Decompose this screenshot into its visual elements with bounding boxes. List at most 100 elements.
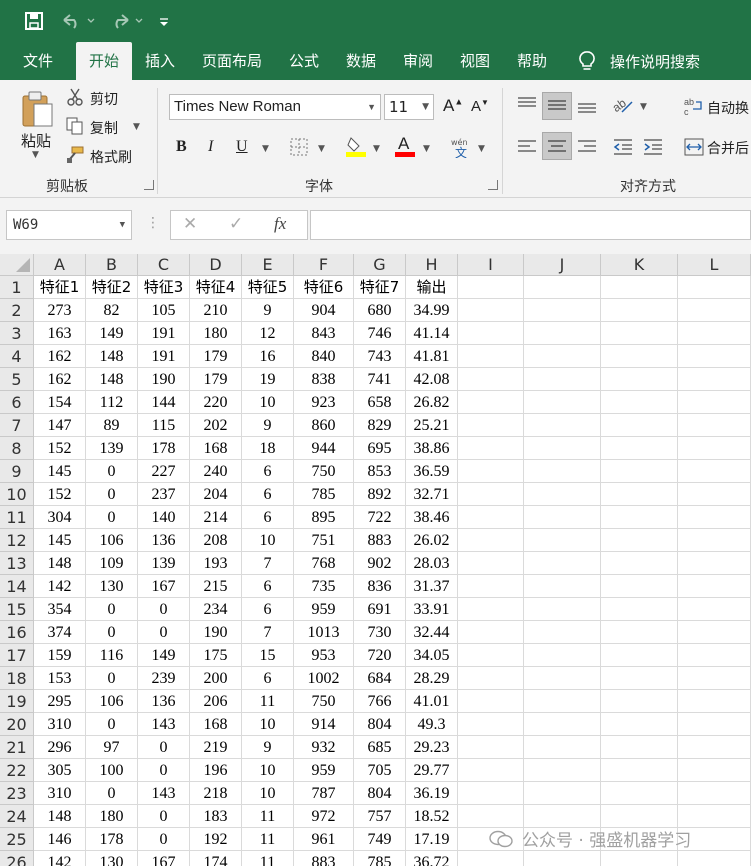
- table-cell[interactable]: 0: [86, 506, 138, 529]
- table-cell[interactable]: 106: [86, 529, 138, 552]
- align-bottom-icon[interactable]: [576, 96, 598, 114]
- orientation-icon[interactable]: ab: [610, 94, 634, 116]
- table-cell[interactable]: 204: [190, 483, 242, 506]
- row-header[interactable]: 1: [0, 276, 34, 299]
- paste-button[interactable]: 粘贴: [21, 130, 51, 151]
- empty-cell[interactable]: [458, 368, 524, 391]
- table-cell[interactable]: 0: [138, 736, 190, 759]
- table-cell[interactable]: 892: [354, 483, 406, 506]
- table-cell[interactable]: 191: [138, 345, 190, 368]
- phonetic-dropdown-icon[interactable]: ▼: [478, 144, 485, 154]
- table-cell[interactable]: 208: [190, 529, 242, 552]
- row-header[interactable]: 15: [0, 598, 34, 621]
- table-cell[interactable]: 136: [138, 690, 190, 713]
- table-cell[interactable]: 148: [34, 552, 86, 575]
- name-box[interactable]: W69 ▼: [6, 210, 132, 240]
- table-cell[interactable]: 18: [242, 437, 294, 460]
- table-cell[interactable]: 139: [138, 552, 190, 575]
- table-cell[interactable]: 310: [34, 713, 86, 736]
- empty-cell[interactable]: [678, 437, 751, 460]
- table-cell[interactable]: 206: [190, 690, 242, 713]
- empty-cell[interactable]: [458, 851, 524, 866]
- table-cell[interactable]: 0: [86, 621, 138, 644]
- table-cell[interactable]: 190: [190, 621, 242, 644]
- table-cell[interactable]: 36.19: [406, 782, 458, 805]
- empty-cell[interactable]: [458, 322, 524, 345]
- table-cell[interactable]: 766: [354, 690, 406, 713]
- table-cell[interactable]: 130: [86, 575, 138, 598]
- wrap-text-button[interactable]: 自动换: [707, 98, 749, 118]
- table-cell[interactable]: 19: [242, 368, 294, 391]
- table-cell[interactable]: 658: [354, 391, 406, 414]
- empty-cell[interactable]: [601, 598, 678, 621]
- table-cell[interactable]: 89: [86, 414, 138, 437]
- table-cell[interactable]: 0: [86, 460, 138, 483]
- table-cell[interactable]: 0: [138, 759, 190, 782]
- empty-cell[interactable]: [524, 483, 601, 506]
- empty-cell[interactable]: [678, 598, 751, 621]
- paste-icon[interactable]: [20, 90, 54, 130]
- empty-cell[interactable]: [458, 736, 524, 759]
- clipboard-launcher-icon[interactable]: [144, 180, 154, 190]
- table-cell[interactable]: 0: [138, 805, 190, 828]
- empty-cell[interactable]: [601, 667, 678, 690]
- table-cell[interactable]: 148: [86, 368, 138, 391]
- table-cell[interactable]: 227: [138, 460, 190, 483]
- table-cell[interactable]: 175: [190, 644, 242, 667]
- empty-cell[interactable]: [524, 322, 601, 345]
- empty-cell[interactable]: [678, 529, 751, 552]
- table-cell[interactable]: 11: [242, 851, 294, 866]
- empty-cell[interactable]: [601, 368, 678, 391]
- table-cell[interactable]: 743: [354, 345, 406, 368]
- undo-icon[interactable]: [58, 10, 98, 32]
- table-cell[interactable]: 152: [34, 437, 86, 460]
- column-header[interactable]: I: [458, 254, 524, 276]
- empty-cell[interactable]: [458, 644, 524, 667]
- table-cell[interactable]: 153: [34, 667, 86, 690]
- empty-cell[interactable]: [601, 437, 678, 460]
- table-cell[interactable]: 722: [354, 506, 406, 529]
- table-cell[interactable]: 785: [294, 483, 354, 506]
- row-header[interactable]: 4: [0, 345, 34, 368]
- table-cell[interactable]: 838: [294, 368, 354, 391]
- empty-cell[interactable]: [524, 667, 601, 690]
- row-header[interactable]: 25: [0, 828, 34, 851]
- empty-cell[interactable]: [458, 391, 524, 414]
- empty-cell[interactable]: [601, 644, 678, 667]
- table-cell[interactable]: 804: [354, 713, 406, 736]
- empty-cell[interactable]: [458, 782, 524, 805]
- borders-icon[interactable]: [290, 138, 308, 156]
- row-header[interactable]: 21: [0, 736, 34, 759]
- empty-cell[interactable]: [524, 368, 601, 391]
- tab-data[interactable]: 数据: [337, 42, 385, 80]
- empty-cell[interactable]: [678, 736, 751, 759]
- table-cell[interactable]: 7: [242, 621, 294, 644]
- empty-cell[interactable]: [678, 483, 751, 506]
- table-cell[interactable]: 215: [190, 575, 242, 598]
- table-cell[interactable]: 97: [86, 736, 138, 759]
- table-cell[interactable]: 41.01: [406, 690, 458, 713]
- table-cell[interactable]: 143: [138, 782, 190, 805]
- table-cell[interactable]: 179: [190, 368, 242, 391]
- empty-cell[interactable]: [678, 759, 751, 782]
- more-options-icon[interactable]: ⋮: [146, 215, 160, 231]
- decrease-indent-icon[interactable]: [612, 138, 634, 156]
- empty-cell[interactable]: [601, 506, 678, 529]
- table-cell[interactable]: 757: [354, 805, 406, 828]
- table-cell[interactable]: 932: [294, 736, 354, 759]
- table-cell[interactable]: 959: [294, 598, 354, 621]
- empty-cell[interactable]: [458, 460, 524, 483]
- row-header[interactable]: 24: [0, 805, 34, 828]
- align-top-icon[interactable]: [516, 96, 538, 114]
- empty-cell[interactable]: [678, 621, 751, 644]
- table-cell[interactable]: 168: [190, 437, 242, 460]
- table-cell[interactable]: 162: [34, 345, 86, 368]
- align-center-icon[interactable]: [542, 132, 572, 160]
- fill-color-icon[interactable]: [345, 136, 367, 158]
- table-cell[interactable]: 200: [190, 667, 242, 690]
- empty-cell[interactable]: [678, 345, 751, 368]
- table-cell[interactable]: 0: [86, 782, 138, 805]
- table-cell[interactable]: 147: [34, 414, 86, 437]
- empty-cell[interactable]: [524, 437, 601, 460]
- empty-cell[interactable]: [678, 851, 751, 866]
